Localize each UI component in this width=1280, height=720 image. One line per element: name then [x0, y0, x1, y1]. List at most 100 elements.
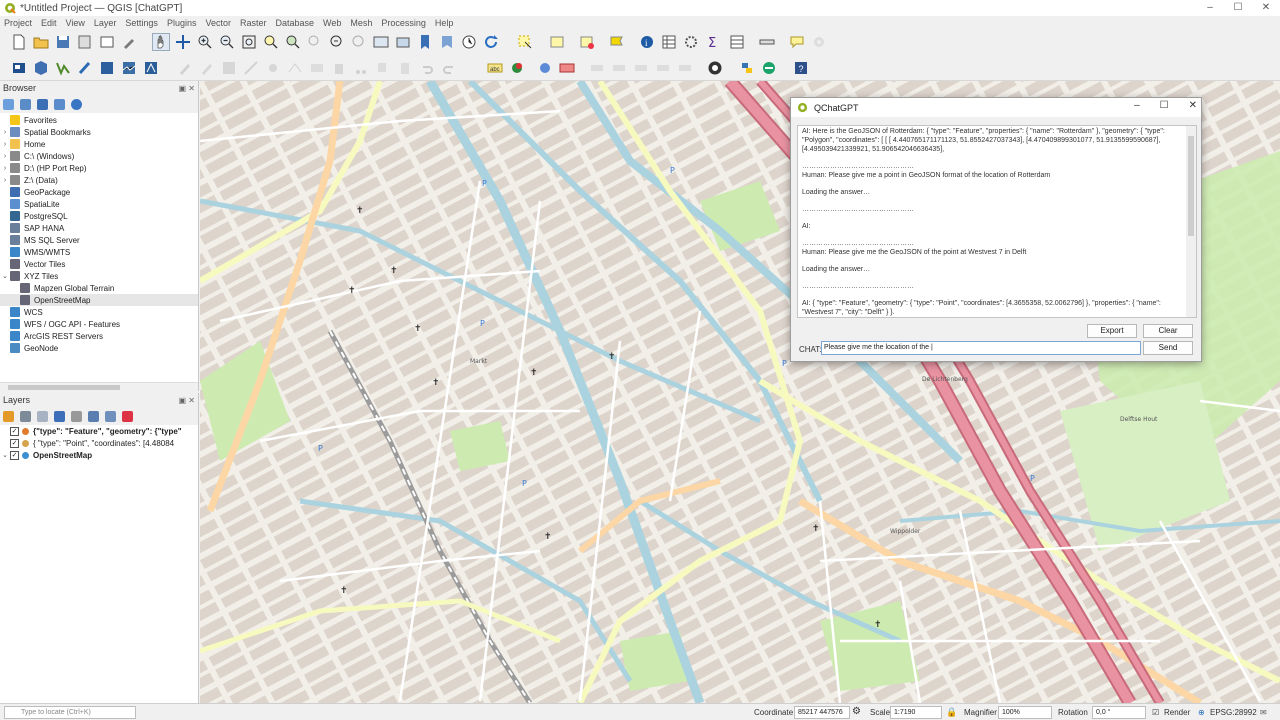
style-manager-icon[interactable]	[120, 33, 138, 51]
panel-float-close-icon[interactable]: ▣ ✕	[179, 82, 195, 96]
zoom-out-icon[interactable]	[218, 33, 236, 51]
dialog-minimize-button[interactable]: –	[1134, 100, 1140, 111]
render-checkbox[interactable]: ☑	[1152, 708, 1159, 717]
show-hide-labels-icon[interactable]	[676, 59, 694, 77]
field-calculator-icon[interactable]	[728, 33, 746, 51]
layer-item[interactable]: ✓ {"type": "Feature", "geometry": {"type"	[0, 425, 198, 437]
zoom-native-icon[interactable]	[306, 33, 324, 51]
menu-raster[interactable]: Raster	[240, 18, 267, 28]
add-feature-icon[interactable]	[264, 59, 282, 77]
zoom-last-icon[interactable]	[328, 33, 346, 51]
edit-pencil-icon[interactable]	[176, 59, 194, 77]
info-icon[interactable]	[71, 98, 82, 110]
browser-item[interactable]: ArcGIS REST Servers	[0, 330, 198, 342]
menu-view[interactable]: View	[66, 18, 85, 28]
browser-item[interactable]: SpatiaLite	[0, 198, 198, 210]
layer-visibility-checkbox[interactable]: ✓	[10, 426, 19, 436]
zoom-to-selection-icon[interactable]	[262, 33, 280, 51]
layer-visibility-checkbox[interactable]: ✓	[10, 450, 19, 460]
dialog-maximize-button[interactable]: ☐	[1160, 100, 1169, 111]
clear-button[interactable]: Clear	[1143, 324, 1193, 338]
new-map-view-icon[interactable]	[372, 33, 390, 51]
change-label-icon[interactable]	[654, 59, 672, 77]
copy-features-icon[interactable]	[374, 59, 392, 77]
send-button[interactable]: Send	[1143, 341, 1193, 355]
chat-input[interactable]: Please give me the location of the |	[821, 341, 1141, 355]
zoom-to-layer-icon[interactable]	[284, 33, 302, 51]
select-location-icon[interactable]	[608, 33, 626, 51]
menu-settings[interactable]: Settings	[125, 18, 158, 28]
chat-log[interactable]: AI: Here is the GeoJSON of Rotterdam: { …	[797, 125, 1197, 318]
expand-arrow-icon[interactable]: ›	[0, 153, 10, 160]
menu-project[interactable]: Project	[4, 18, 32, 28]
locator-search-input[interactable]: Type to locate (Ctrl+K)	[4, 706, 136, 719]
browser-item[interactable]: MS SQL Server	[0, 234, 198, 246]
toggle-editing-icon[interactable]	[198, 59, 216, 77]
save-as-icon[interactable]	[76, 33, 94, 51]
browser-item[interactable]: › Home	[0, 138, 198, 150]
browser-hscrollbar[interactable]	[0, 382, 198, 391]
processing-toolbox-icon[interactable]	[682, 33, 700, 51]
delete-selected-icon[interactable]	[330, 59, 348, 77]
collapse-all-icon[interactable]	[54, 98, 65, 110]
export-button[interactable]: Export	[1087, 324, 1137, 338]
chatgpt-plugin-icon[interactable]	[706, 59, 724, 77]
browser-item[interactable]: › D:\ (HP Port Rep)	[0, 162, 198, 174]
map-tips-icon[interactable]	[788, 33, 806, 51]
menu-help[interactable]: Help	[435, 18, 454, 28]
close-button[interactable]: ✕	[1252, 0, 1280, 16]
coordinate-field[interactable]: 85217 447576	[794, 706, 850, 719]
browser-item[interactable]: › C:\ (Windows)	[0, 150, 198, 162]
statistics-icon[interactable]: Σ	[704, 33, 722, 51]
filter-expression-icon[interactable]	[71, 410, 82, 422]
layer-item[interactable]: ✓ { "type": "Point", "coordinates": [4.48…	[0, 437, 198, 449]
refresh-icon[interactable]	[482, 33, 500, 51]
measure-icon[interactable]	[758, 33, 776, 51]
browser-item[interactable]: SAP HANA	[0, 222, 198, 234]
menu-layer[interactable]: Layer	[94, 18, 117, 28]
python-console-icon[interactable]	[738, 59, 756, 77]
settings-gear-icon[interactable]	[810, 33, 828, 51]
minimize-button[interactable]: –	[1196, 0, 1224, 16]
zoom-next-icon[interactable]	[350, 33, 368, 51]
browser-item[interactable]: PostgreSQL	[0, 210, 198, 222]
manage-themes-icon[interactable]	[37, 410, 48, 422]
expand-arrow-icon[interactable]: ›	[0, 129, 10, 136]
maximize-button[interactable]: ☐	[1224, 0, 1252, 16]
help-icon[interactable]: ?	[792, 59, 810, 77]
expand-arrow-icon[interactable]: ›	[0, 141, 10, 148]
menu-vector[interactable]: Vector	[205, 18, 231, 28]
paste-features-icon[interactable]	[396, 59, 414, 77]
menu-plugins[interactable]: Plugins	[167, 18, 197, 28]
dialog-close-button[interactable]: ✕	[1189, 100, 1197, 111]
select-features-icon[interactable]	[516, 33, 534, 51]
browser-item[interactable]: OpenStreetMap	[0, 294, 198, 306]
diagram-icon[interactable]	[536, 59, 554, 77]
plugin-green-icon[interactable]	[760, 59, 778, 77]
browser-item[interactable]: › Spatial Bookmarks	[0, 126, 198, 138]
expand-all-icon[interactable]	[88, 410, 99, 422]
digitize-icon[interactable]	[242, 59, 260, 77]
menu-edit[interactable]: Edit	[41, 18, 57, 28]
pan-to-selection-icon[interactable]	[174, 33, 192, 51]
data-source-manager-icon[interactable]	[10, 59, 28, 77]
magnifier-field[interactable]: 100%	[998, 706, 1052, 719]
add-vector-icon[interactable]	[142, 59, 160, 77]
new-virtual-layer-icon[interactable]	[98, 59, 116, 77]
filter-legend-icon[interactable]	[54, 410, 65, 422]
pan-map-icon[interactable]	[152, 33, 170, 51]
browser-item[interactable]: › Z:\ (Data)	[0, 174, 198, 186]
add-raster-icon[interactable]	[120, 59, 138, 77]
rotation-field[interactable]: 0,0 °	[1092, 706, 1146, 719]
lock-scale-icon[interactable]: 🔒	[946, 707, 957, 718]
browser-item[interactable]: WCS	[0, 306, 198, 318]
new-3d-map-icon[interactable]	[394, 33, 412, 51]
menu-web[interactable]: Web	[323, 18, 341, 28]
modify-attributes-icon[interactable]	[308, 59, 326, 77]
new-temporary-layer-icon[interactable]	[76, 59, 94, 77]
save-project-icon[interactable]	[54, 33, 72, 51]
label-tool-icon[interactable]: abc	[486, 59, 504, 77]
panel-float-close-icon[interactable]: ▣ ✕	[179, 394, 195, 408]
print-layout-icon[interactable]	[98, 33, 116, 51]
select-by-value-icon[interactable]	[548, 33, 566, 51]
